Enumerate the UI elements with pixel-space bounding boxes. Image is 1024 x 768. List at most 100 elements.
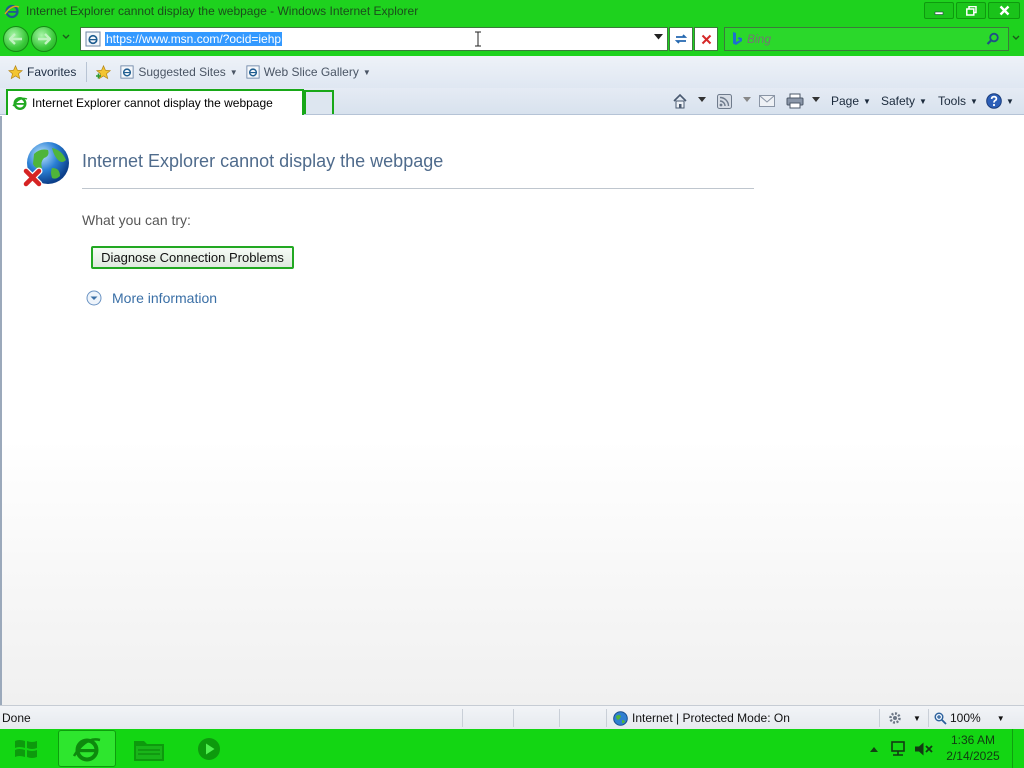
add-to-favorites-bar-button[interactable] <box>95 64 112 80</box>
divider <box>879 709 880 727</box>
protected-mode-settings-button[interactable]: ▼ <box>887 708 921 728</box>
help-icon <box>986 93 1002 109</box>
forward-button[interactable] <box>31 26 57 52</box>
address-bar[interactable]: https://www.msn.com/?ocid=iehp <box>80 27 668 51</box>
status-bar: Done Internet | Protected Mode: On ▼ 100… <box>0 705 1024 729</box>
divider <box>86 62 88 82</box>
minimize-icon <box>934 11 944 15</box>
bing-logo-icon <box>733 32 742 45</box>
printer-icon <box>786 93 804 109</box>
chevron-down-icon: ▼ <box>970 96 978 106</box>
favorites-button[interactable]: Favorites <box>8 64 77 80</box>
taskbar: 1:36 AM 2/14/2025 <box>0 729 1024 768</box>
add-favorite-star-icon <box>96 64 112 79</box>
divider <box>462 709 463 727</box>
safety-menu[interactable]: Safety ▼ <box>881 88 927 114</box>
show-desktop-button[interactable] <box>1012 729 1024 768</box>
home-icon <box>673 93 687 109</box>
globe-error-icon <box>22 142 69 188</box>
safety-menu-label: Safety <box>881 94 916 108</box>
zoom-button[interactable]: 100% ▼ <box>934 708 1005 728</box>
diagnose-connection-problems-button[interactable]: Diagnose Connection Problems <box>91 246 294 269</box>
mail-icon <box>759 95 775 107</box>
home-dropdown-chevron-down-icon[interactable] <box>698 97 706 103</box>
restore-icon <box>965 5 977 16</box>
print-button[interactable] <box>786 88 804 114</box>
search-options-chevron-down-icon[interactable] <box>1012 35 1020 41</box>
tools-menu[interactable]: Tools ▼ <box>938 88 978 114</box>
windows-logo-icon <box>15 740 37 758</box>
page-content: Internet Explorer cannot display the web… <box>0 116 1024 705</box>
chevron-down-icon: ▼ <box>913 713 921 723</box>
search-input[interactable] <box>747 32 967 46</box>
recent-pages-chevron-down-icon[interactable] <box>62 34 70 40</box>
feeds-dropdown-chevron-down-icon[interactable] <box>743 97 751 103</box>
web-slice-gallery-button[interactable]: Web Slice Gallery ▼ <box>246 65 371 79</box>
address-url[interactable]: https://www.msn.com/?ocid=iehp <box>105 32 283 46</box>
tab-active[interactable]: Internet Explorer cannot display the web… <box>6 89 304 115</box>
chevron-down-icon: ▼ <box>229 67 238 77</box>
internet-explorer-icon <box>72 737 101 761</box>
zoom-magnifier-icon <box>934 712 947 725</box>
page-menu[interactable]: Page ▼ <box>831 88 871 114</box>
web-slice-gallery-label: Web Slice Gallery <box>263 65 359 79</box>
page-menu-label: Page <box>831 94 860 108</box>
taskbar-internet-explorer[interactable] <box>58 730 116 767</box>
address-dropdown-chevron-down-icon[interactable] <box>654 34 663 40</box>
clock-date: 2/14/2025 <box>946 749 1000 763</box>
speaker-muted-icon <box>915 742 933 755</box>
rss-feed-icon <box>717 93 732 109</box>
volume-control[interactable] <box>914 729 934 768</box>
search-icon[interactable] <box>986 32 1000 46</box>
print-dropdown-chevron-down-icon[interactable] <box>812 97 820 103</box>
tab-row: Internet Explorer cannot display the web… <box>0 88 1024 115</box>
show-hidden-icons-button[interactable] <box>870 729 878 768</box>
page-ie-icon <box>85 31 101 47</box>
chevron-down-icon: ▼ <box>996 713 1005 723</box>
favorites-label: Favorites <box>27 65 77 79</box>
refresh-button[interactable] <box>669 27 693 51</box>
more-information-link[interactable]: More information <box>86 290 217 306</box>
stop-button[interactable] <box>694 27 718 51</box>
folder-icon <box>134 740 164 761</box>
back-arrow-icon <box>9 33 22 45</box>
divider <box>928 709 929 727</box>
chevron-down-icon: ▼ <box>1006 96 1014 106</box>
read-mail-button[interactable] <box>759 88 775 114</box>
network-icon <box>891 740 905 756</box>
media-player-icon <box>198 737 220 760</box>
network-status[interactable] <box>889 729 907 768</box>
divider <box>513 709 514 727</box>
clock-time: 1:36 AM <box>950 733 996 747</box>
feeds-button[interactable] <box>717 88 732 114</box>
security-zone[interactable]: Internet | Protected Mode: On <box>613 708 790 728</box>
title-bar: Internet Explorer cannot display the web… <box>0 0 1024 22</box>
home-button[interactable] <box>672 88 688 114</box>
new-tab-button[interactable] <box>304 90 334 114</box>
search-box[interactable] <box>724 27 1009 51</box>
chevron-down-icon: ▼ <box>362 67 371 77</box>
system-clock[interactable]: 1:36 AM 2/14/2025 <box>940 732 1006 764</box>
navigation-bar: https://www.msn.com/?ocid=iehp <box>0 22 1024 56</box>
chevron-down-icon: ▼ <box>919 96 927 106</box>
taskbar-media-player[interactable] <box>180 730 238 767</box>
tab-label: Internet Explorer cannot display the web… <box>32 96 273 110</box>
internet-explorer-icon <box>4 4 20 19</box>
zone-text: Internet | Protected Mode: On <box>632 711 790 725</box>
taskbar-windows-explorer[interactable] <box>120 730 178 767</box>
favorites-bar: Favorites Suggested Sites ▼ Web Slice Ga… <box>0 56 1024 88</box>
what-you-can-try-label: What you can try: <box>82 212 191 228</box>
internet-explorer-icon <box>12 96 28 111</box>
window-controls <box>924 2 1020 19</box>
chevron-down-icon: ▼ <box>863 96 871 106</box>
restore-button[interactable] <box>956 2 986 19</box>
back-button[interactable] <box>3 26 29 52</box>
internet-globe-icon <box>613 710 628 726</box>
minimize-button[interactable] <box>924 2 954 19</box>
close-button[interactable] <box>988 2 1020 19</box>
help-menu[interactable]: ▼ <box>986 88 1014 114</box>
suggested-sites-button[interactable]: Suggested Sites ▼ <box>120 65 238 79</box>
page-ie-icon <box>120 65 134 79</box>
start-button[interactable] <box>8 733 44 765</box>
text-cursor-icon <box>475 31 481 47</box>
